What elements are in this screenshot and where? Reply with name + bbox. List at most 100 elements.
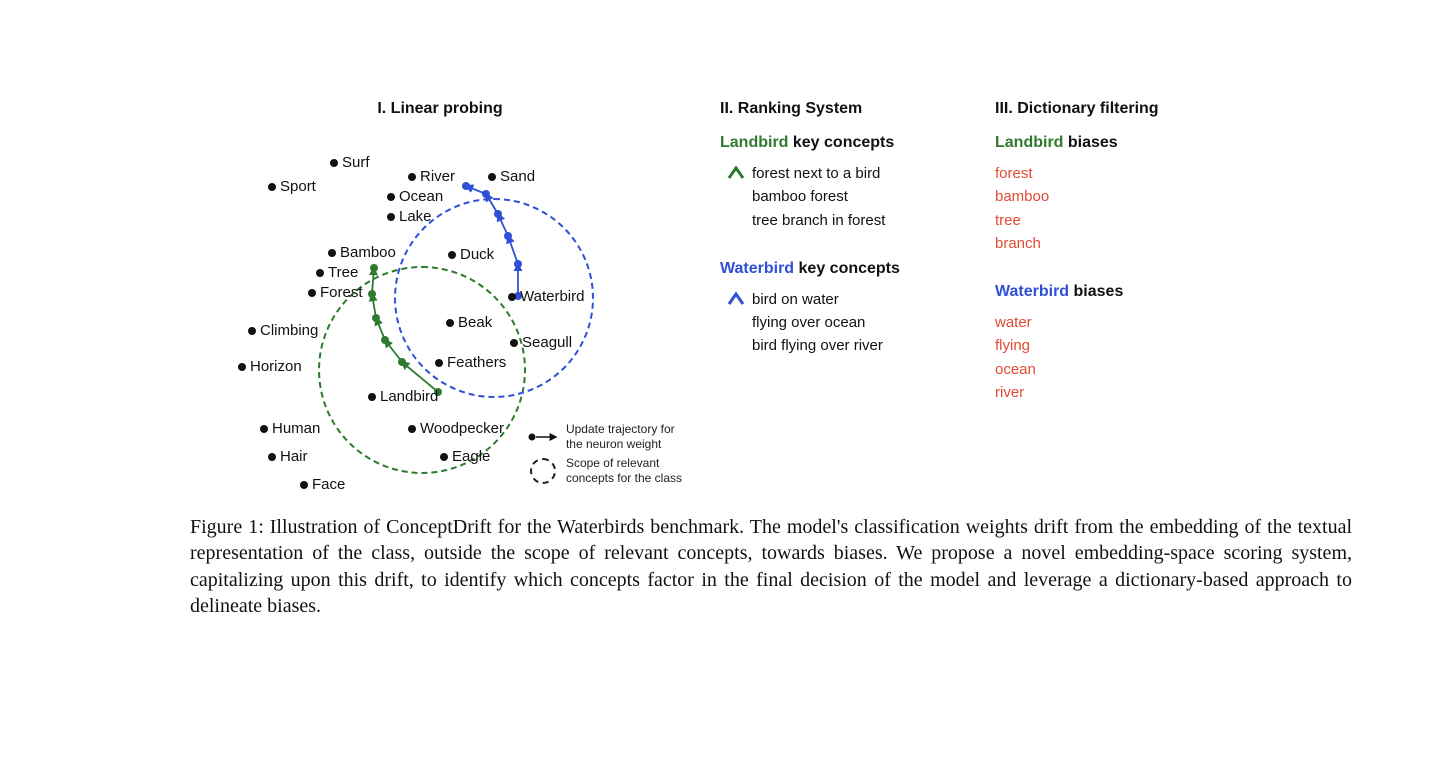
- trajectory-point: [372, 314, 380, 322]
- list-item: bamboo: [995, 185, 1195, 208]
- dot-icon: [308, 289, 316, 297]
- panel-ranking-system: II. Ranking System Landbird key concepts: [720, 100, 975, 358]
- dot-icon: [446, 319, 454, 327]
- concept-label: Waterbird: [520, 288, 584, 305]
- panel1-title: I. Linear probing: [190, 100, 690, 118]
- trajectory-point: [504, 232, 512, 240]
- concept-point-seagull: Seagull: [510, 334, 572, 351]
- concept-point-sport: Sport: [268, 178, 316, 195]
- dot-icon: [440, 453, 448, 461]
- waterbird-title-prefix: Waterbird: [720, 260, 794, 277]
- list-item: tree: [995, 209, 1195, 232]
- trajectory-point: [494, 210, 502, 218]
- concept-label: Lake: [399, 208, 432, 225]
- waterbird-bias-suffix: biases: [1069, 283, 1123, 300]
- concept-label: Landbird: [380, 388, 438, 405]
- dot-icon: [508, 293, 516, 301]
- concept-label: Bamboo: [340, 244, 396, 261]
- scatter-legend: Update trajectory for the neuron weight …: [526, 422, 682, 490]
- legend-scope-text: Scope of relevant concepts for the class: [566, 456, 682, 486]
- concept-point-face: Face: [300, 476, 345, 493]
- landbird-key-concepts-title: Landbird key concepts: [720, 134, 975, 152]
- concept-point-lake: Lake: [387, 208, 432, 225]
- concept-point-feathers: Feathers: [435, 354, 506, 371]
- dot-icon: [330, 159, 338, 167]
- concept-label: Woodpecker: [420, 420, 504, 437]
- landbird-title-suffix: key concepts: [788, 134, 894, 151]
- concept-point-waterbird: Waterbird: [508, 288, 584, 305]
- list-item: tree branch in forest: [752, 209, 975, 232]
- list-item: ocean: [995, 358, 1195, 381]
- waterbird-bias-prefix: Waterbird: [995, 283, 1069, 300]
- dot-icon: [368, 393, 376, 401]
- dot-icon: [238, 363, 246, 371]
- concept-point-hair: Hair: [268, 448, 308, 465]
- panels-row: I. Linear probing: [190, 100, 1352, 500]
- landbird-title-prefix: Landbird: [720, 134, 788, 151]
- concept-point-climbing: Climbing: [248, 322, 318, 339]
- legend-trajectory-icon: [526, 430, 560, 444]
- concept-point-sand: Sand: [488, 168, 535, 185]
- list-item: forest: [995, 162, 1195, 185]
- concept-label: Forest: [320, 284, 363, 301]
- trajectory-point: [482, 190, 490, 198]
- landbird-bias-suffix: biases: [1063, 134, 1117, 151]
- panel3-title: III. Dictionary filtering: [995, 100, 1195, 118]
- dot-icon: [435, 359, 443, 367]
- legend-row-scope: Scope of relevant concepts for the class: [526, 456, 682, 486]
- concept-point-horizon: Horizon: [238, 358, 302, 375]
- legend-row-trajectory: Update trajectory for the neuron weight: [526, 422, 682, 452]
- trajectory-point: [514, 260, 522, 268]
- list-item: flying over ocean: [752, 311, 975, 334]
- concept-point-tree: Tree: [316, 264, 358, 281]
- concept-label: Surf: [342, 154, 370, 171]
- trajectory-landbird: [372, 268, 438, 392]
- dot-icon: [316, 269, 324, 277]
- concept-point-beak: Beak: [446, 314, 492, 331]
- concept-label: Duck: [460, 246, 494, 263]
- list-item: flying: [995, 334, 1195, 357]
- waterbird-arrow-icon: [720, 288, 752, 356]
- waterbird-bias-list: water flying ocean river: [995, 311, 1195, 404]
- concept-label: Seagull: [522, 334, 572, 351]
- trajectory-point: [398, 358, 406, 366]
- dot-icon: [268, 453, 276, 461]
- concept-point-surf: Surf: [330, 154, 370, 171]
- trajectory-point: [381, 336, 389, 344]
- concept-point-eagle: Eagle: [440, 448, 490, 465]
- concept-point-ocean: Ocean: [387, 188, 443, 205]
- concept-label: Human: [272, 420, 320, 437]
- dot-icon: [260, 425, 268, 433]
- dot-icon: [300, 481, 308, 489]
- concept-point-woodpecker: Woodpecker: [408, 420, 504, 437]
- figure-wrap: I. Linear probing: [190, 100, 1352, 500]
- panel2-title: II. Ranking System: [720, 100, 975, 118]
- figure-page: I. Linear probing: [0, 0, 1452, 784]
- concept-label: Sport: [280, 178, 316, 195]
- scatter-plot: Surf Sport River Ocean Lake Sand Bamboo Tree For…: [190, 136, 690, 496]
- landbird-concepts-row: forest next to a bird bamboo forest tree…: [720, 162, 975, 232]
- concept-label: Climbing: [260, 322, 318, 339]
- concept-label: River: [420, 168, 455, 185]
- concept-label: Hair: [280, 448, 308, 465]
- concept-point-landbird: Landbird: [368, 388, 438, 405]
- concept-point-river: River: [408, 168, 455, 185]
- trajectory-point: [462, 182, 470, 190]
- waterbird-title-suffix: key concepts: [794, 260, 900, 277]
- concept-point-bamboo: Bamboo: [328, 244, 396, 261]
- panel-dictionary-filtering: III. Dictionary filtering Landbird biase…: [995, 100, 1195, 404]
- list-item: water: [995, 311, 1195, 334]
- dot-icon: [488, 173, 496, 181]
- legend-trajectory-text: Update trajectory for the neuron weight: [566, 422, 675, 452]
- concept-label: Feathers: [447, 354, 506, 371]
- concept-point-human: Human: [260, 420, 320, 437]
- landbird-bias-prefix: Landbird: [995, 134, 1063, 151]
- trajectory-waterbird: [466, 186, 518, 296]
- trajectory-point: [370, 264, 378, 272]
- dot-icon: [408, 425, 416, 433]
- dot-icon: [408, 173, 416, 181]
- concept-point-duck: Duck: [448, 246, 494, 263]
- dot-icon: [448, 251, 456, 259]
- waterbird-key-concepts-title: Waterbird key concepts: [720, 260, 975, 278]
- landbird-biases-title: Landbird biases: [995, 134, 1195, 152]
